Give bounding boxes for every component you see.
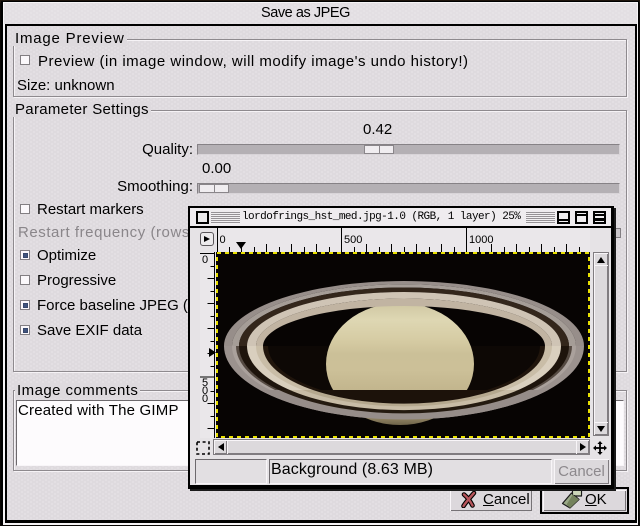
- svg-text:0: 0: [202, 393, 208, 405]
- svg-text:500: 500: [344, 234, 362, 246]
- svg-text:0: 0: [220, 234, 226, 246]
- svg-text:1000: 1000: [469, 234, 493, 246]
- svg-text:0: 0: [202, 254, 208, 266]
